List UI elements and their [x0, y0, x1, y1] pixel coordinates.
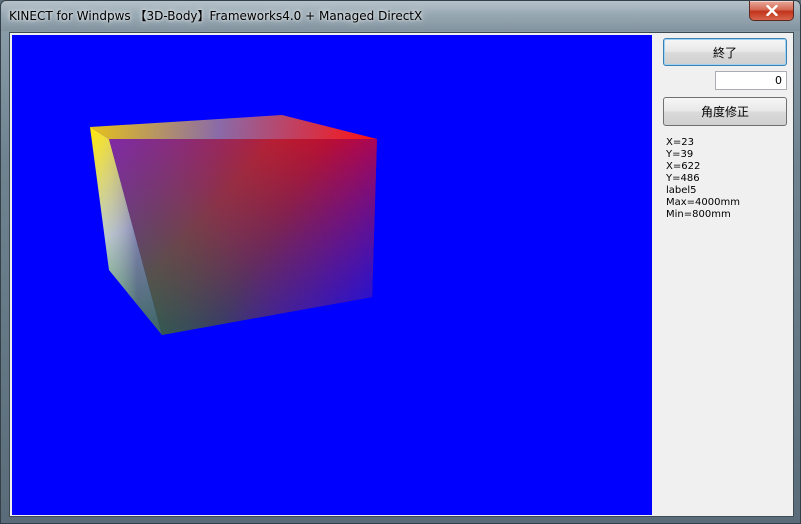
- cube-render: [90, 115, 377, 335]
- app-window: KINECT for Windpws 【3D-Body】Frameworks4.…: [0, 0, 801, 524]
- label-x2: X=622: [666, 161, 701, 172]
- angle-correct-button[interactable]: 角度修正: [663, 97, 787, 126]
- client-area: 終了 0 角度修正 X=23 Y=39 X=622 Y=486 label5 M…: [9, 32, 794, 517]
- label-min-depth: Min=800mm: [666, 209, 731, 220]
- title-bar[interactable]: KINECT for Windpws 【3D-Body】Frameworks4.…: [1, 1, 800, 31]
- label-x1: X=23: [666, 137, 694, 148]
- directx-viewport[interactable]: [12, 35, 652, 515]
- angle-value-field[interactable]: 0: [715, 71, 787, 90]
- label-y2: Y=486: [666, 173, 700, 184]
- window-title: KINECT for Windpws 【3D-Body】Frameworks4.…: [9, 9, 423, 23]
- exit-button[interactable]: 終了: [663, 38, 787, 66]
- close-icon: [765, 5, 778, 16]
- info-labels: X=23 Y=39 X=622 Y=486 label5 Max=4000mm …: [666, 137, 740, 221]
- close-button[interactable]: [749, 1, 794, 21]
- label5: label5: [666, 185, 697, 196]
- cube-top-face: [90, 115, 377, 139]
- label-max-depth: Max=4000mm: [666, 197, 740, 208]
- label-y1: Y=39: [666, 149, 694, 160]
- cube: [90, 115, 377, 335]
